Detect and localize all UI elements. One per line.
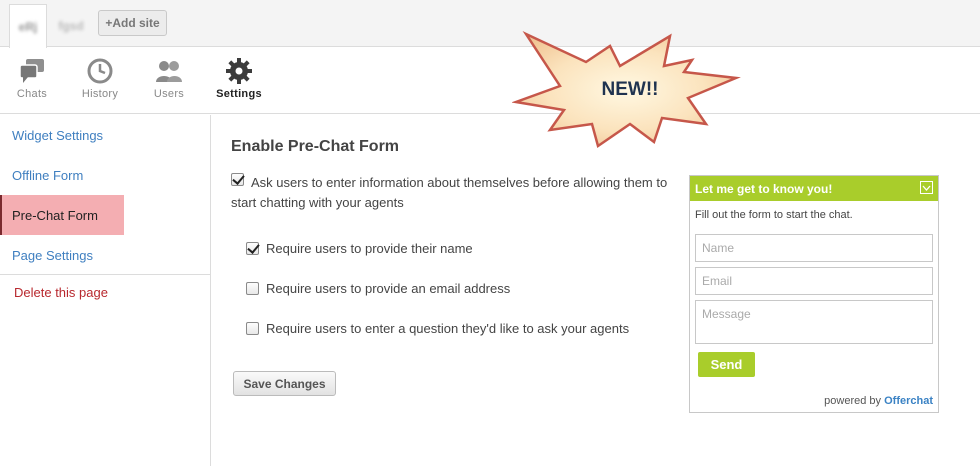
chevron-down-icon[interactable]: [920, 181, 933, 194]
chats-icon: [19, 59, 44, 83]
site-tab-label: fgsd: [58, 19, 84, 33]
nav-label: Users: [153, 88, 185, 100]
new-badge: NEW!!: [512, 31, 741, 149]
sidebar-item-widget-settings[interactable]: Widget Settings: [0, 115, 210, 155]
nav-label: Chats: [16, 88, 48, 100]
save-changes-button[interactable]: Save Changes: [233, 371, 336, 396]
nav-users[interactable]: Users: [139, 56, 199, 108]
require-email-label: Require users to provide an email addres…: [266, 281, 511, 296]
enable-prechat-option[interactable]: Ask users to enter information about the…: [231, 173, 681, 213]
powered-by-text: powered by: [824, 395, 882, 407]
offerchat-brand-link[interactable]: Offerchat: [884, 395, 933, 407]
require-question-label: Require users to enter a question they'd…: [266, 321, 630, 336]
sidebar-divider: [0, 274, 210, 275]
require-name-checkbox[interactable]: [246, 242, 259, 255]
widget-send-button[interactable]: Send: [698, 352, 755, 377]
new-badge-label: NEW!!: [602, 79, 659, 100]
site-tab-label: eRj: [18, 19, 38, 34]
sidebar-item-offline-form[interactable]: Offline Form: [0, 155, 210, 195]
delete-page-link[interactable]: Delete this page: [14, 285, 108, 300]
site-tab-bar: eRj fgsd +Add site: [0, 0, 980, 48]
widget-message-field[interactable]: Message: [695, 300, 933, 344]
widget-email-field[interactable]: Email: [695, 267, 933, 295]
widget-name-field[interactable]: Name: [695, 234, 933, 262]
nav-settings[interactable]: Settings: [209, 56, 269, 108]
widget-powered-by: powered by Offerchat: [824, 395, 933, 407]
add-site-button[interactable]: +Add site: [98, 10, 167, 36]
nav-history[interactable]: History: [70, 56, 130, 108]
nav-label: Settings: [216, 88, 262, 100]
widget-header: Let me get to know you!: [690, 176, 938, 201]
prechat-widget-preview: Let me get to know you! Fill out the for…: [689, 175, 939, 413]
require-question-option[interactable]: Require users to enter a question they'd…: [246, 321, 629, 336]
nav-chats[interactable]: Chats: [2, 56, 62, 108]
enable-prechat-label: Ask users to enter information about the…: [231, 175, 668, 210]
users-icon: [156, 61, 182, 82]
require-name-label: Require users to provide their name: [266, 241, 473, 256]
clock-icon: [87, 58, 113, 84]
require-email-option[interactable]: Require users to provide an email addres…: [246, 281, 510, 296]
site-tab-active[interactable]: eRj: [9, 4, 47, 48]
nav-label: History: [81, 88, 119, 100]
enable-prechat-checkbox[interactable]: [231, 173, 244, 186]
page-title: Enable Pre-Chat Form: [231, 138, 400, 155]
gear-icon: [226, 58, 252, 84]
widget-title: Let me get to know you!: [695, 181, 833, 196]
widget-intro: Fill out the form to start the chat.: [695, 209, 853, 221]
main-nav: Chats History Users Settings: [0, 48, 980, 114]
sidebar-item-pre-chat-form[interactable]: Pre-Chat Form: [0, 195, 124, 235]
require-question-checkbox[interactable]: [246, 322, 259, 335]
settings-sidebar: Widget Settings Offline Form Pre-Chat Fo…: [0, 115, 211, 466]
require-name-option[interactable]: Require users to provide their name: [246, 241, 473, 256]
site-tab[interactable]: fgsd: [52, 4, 90, 48]
sidebar-item-page-settings[interactable]: Page Settings: [0, 235, 210, 275]
require-email-checkbox[interactable]: [246, 282, 259, 295]
